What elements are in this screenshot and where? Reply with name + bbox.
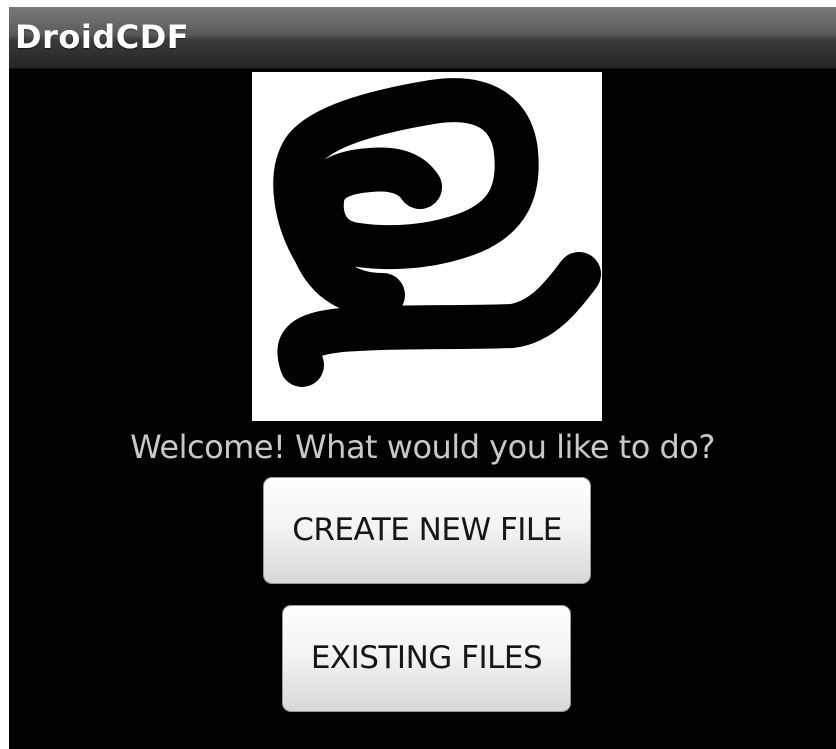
- spiral-logo-icon: [273, 78, 601, 387]
- welcome-message: Welcome! What would you like to do?: [130, 428, 715, 466]
- existing-files-button[interactable]: EXISTING FILES: [282, 605, 571, 712]
- app-title: DroidCDF: [15, 18, 190, 56]
- title-bar: DroidCDF: [9, 7, 836, 69]
- create-new-file-button[interactable]: CREATE NEW FILE: [263, 477, 591, 584]
- app-screen: DroidCDF Welcome! What would you like to…: [9, 7, 836, 749]
- app-logo: [252, 72, 602, 421]
